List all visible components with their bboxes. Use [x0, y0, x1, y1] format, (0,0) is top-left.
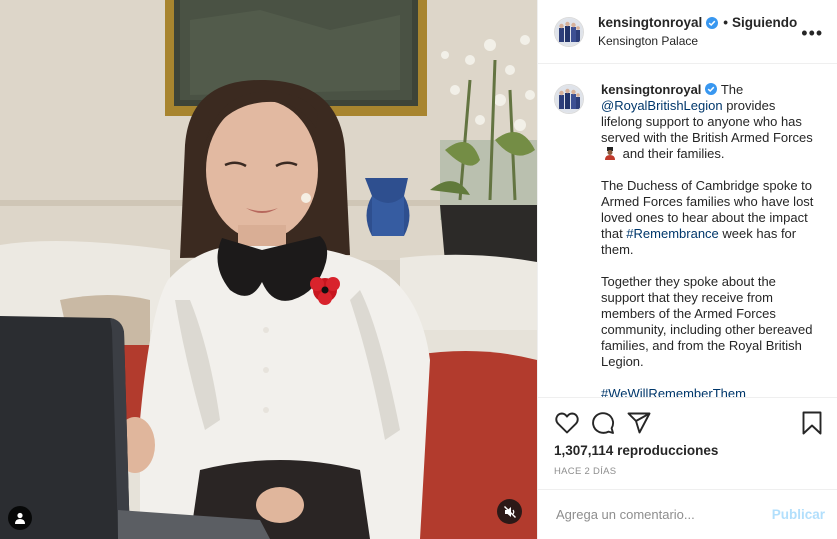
post-timestamp[interactable]: HACE 2 DÍAS [554, 466, 825, 477]
header-text: kensingtonroyal • Siguiendo Kensington P… [598, 14, 797, 50]
caption-p1-end: and their families. [619, 146, 725, 161]
action-icon-row [554, 404, 825, 442]
separator-dot: • [723, 14, 729, 30]
user-icon [15, 512, 25, 524]
muted-speaker-icon [503, 505, 516, 518]
mute-toggle-button[interactable] [497, 499, 522, 524]
post-actions: 1,307,114 reproducciones HACE 2 DÍAS [538, 398, 837, 489]
caption-opening-word: The [720, 82, 744, 97]
post-side-panel: kensingtonroyal • Siguiendo Kensington P… [537, 0, 837, 539]
caption-paragraph-3: Together they spoke about the support th… [601, 274, 813, 369]
caption-paragraph-4: #WeWillRememberThem [601, 386, 817, 397]
publish-button[interactable]: Publicar [772, 507, 825, 522]
caption: kensingtonroyal The @RoyalBritishLegion p… [554, 82, 823, 397]
caption-username[interactable]: kensingtonroyal [601, 82, 701, 97]
mention-link[interactable]: @RoyalBritishLegion [601, 98, 723, 113]
caption-avatar[interactable] [554, 84, 584, 114]
instagram-post: kensingtonroyal • Siguiendo Kensington P… [0, 0, 837, 539]
share-icon [627, 412, 651, 434]
like-button[interactable] [554, 410, 580, 436]
profile-photo-icon [555, 85, 583, 113]
view-count[interactable]: 1,307,114 reproducciones [554, 443, 825, 458]
location-link[interactable]: Kensington Palace [598, 32, 797, 50]
caption-area[interactable]: kensingtonroyal The @RoyalBritishLegion p… [538, 64, 837, 398]
comment-input[interactable] [554, 506, 772, 523]
header-username[interactable]: kensingtonroyal [598, 14, 702, 32]
caption-paragraph-2: The Duchess of Cambridge spoke to Armed … [601, 178, 817, 258]
video-frame [0, 0, 537, 539]
verified-badge-icon [705, 83, 718, 95]
caption-text: kensingtonroyal The @RoyalBritishLegion p… [601, 82, 817, 397]
more-options-icon[interactable]: ••• [797, 19, 827, 48]
soldier-emoji-icon [605, 147, 615, 160]
hashtag-remembrance[interactable]: #Remembrance [626, 226, 719, 241]
comment-bar: Publicar [538, 489, 837, 539]
tagged-users-button[interactable] [8, 506, 32, 530]
verified-badge-icon [706, 16, 719, 29]
profile-photo-icon [555, 17, 583, 46]
comment-button[interactable] [590, 410, 616, 436]
share-button[interactable] [626, 410, 652, 436]
comment-icon [592, 412, 615, 434]
avatar[interactable] [554, 16, 584, 47]
bookmark-icon [802, 411, 822, 435]
post-header: kensingtonroyal • Siguiendo Kensington P… [538, 0, 837, 64]
heart-icon [555, 412, 579, 434]
following-button[interactable]: Siguiendo [732, 14, 797, 32]
save-button[interactable] [799, 410, 825, 436]
hashtag-wewillrememberthem[interactable]: #WeWillRememberThem [601, 386, 746, 397]
caption-paragraph-1: kensingtonroyal The @RoyalBritishLegion p… [601, 82, 817, 162]
post-video[interactable] [0, 0, 537, 539]
